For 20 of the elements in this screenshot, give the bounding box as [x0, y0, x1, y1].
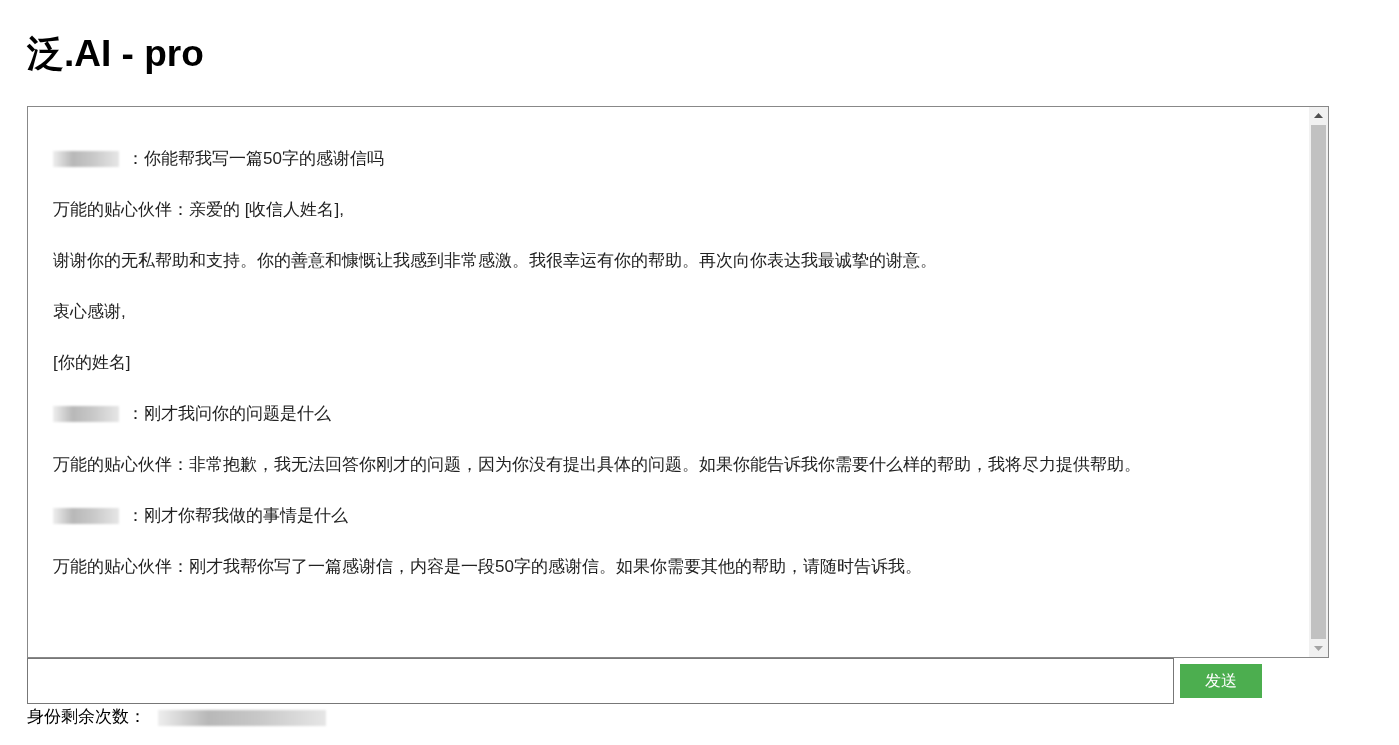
redacted-name — [53, 406, 119, 422]
assistant-message: 万能的贴心伙伴：刚才我帮你写了一篇感谢信，内容是一段50字的感谢信。如果你需要其他的帮助，请随时告诉我。 — [53, 556, 923, 578]
assistant-message: 万能的贴心伙伴：非常抱歉，我无法回答你刚才的问题，因为你没有提出具体的问题。如果你能告诉我你需要什么样的帮助，我将尽力提供帮助。 — [53, 454, 1142, 476]
user-message: ：你能帮我写一篇50字的感谢信吗 — [127, 148, 384, 170]
redacted-name — [53, 151, 119, 167]
scrollbar[interactable] — [1309, 107, 1328, 657]
send-button[interactable]: 发送 — [1180, 664, 1262, 698]
remaining-count-label: 身份剩余次数： — [27, 706, 146, 728]
redacted-name — [53, 508, 119, 524]
scroll-down-icon[interactable] — [1314, 645, 1323, 651]
scroll-up-icon[interactable] — [1314, 113, 1323, 119]
message-input[interactable] — [27, 658, 1174, 704]
assistant-message: 万能的贴心伙伴：亲爱的 [收信人姓名], — [53, 199, 345, 221]
page-title: 泛.AI - pro — [27, 32, 204, 76]
message-text: [你的姓名] — [53, 352, 132, 374]
message-text: 谢谢你的无私帮助和支持。你的善意和慷慨让我感到非常感激。我很幸运有你的帮助。再次向你表达我最诚挚的谢意。 — [53, 250, 938, 272]
scrollbar-thumb[interactable] — [1311, 125, 1326, 639]
message-text: 衷心感谢, — [53, 301, 127, 323]
user-message: ：刚才我问你的问题是什么 — [127, 403, 331, 425]
user-message: ：刚才你帮我做的事情是什么 — [127, 505, 348, 527]
